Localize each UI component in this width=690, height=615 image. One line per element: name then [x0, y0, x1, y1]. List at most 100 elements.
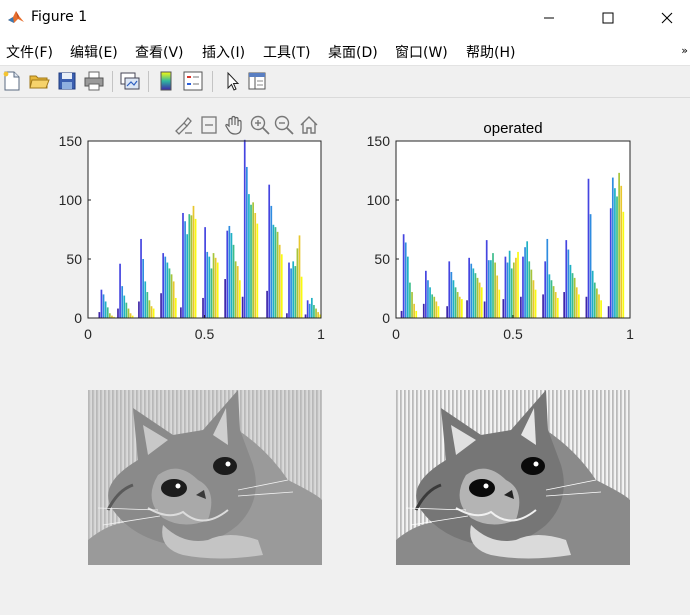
save-icon[interactable]: [56, 70, 78, 92]
histogram-bar: [245, 166, 248, 318]
histogram-bar: [448, 261, 451, 318]
home-icon[interactable]: [298, 114, 320, 136]
maximize-button[interactable]: [585, 0, 631, 35]
histogram-bar: [127, 308, 130, 318]
histogram-bar: [487, 260, 490, 318]
menu-file[interactable]: 文件(F): [6, 42, 53, 62]
cat-photo-operated[interactable]: [396, 390, 630, 565]
double-chevron-right-icon[interactable]: »: [681, 44, 688, 57]
histogram-bar: [266, 290, 268, 318]
matlab-logo-icon: [7, 8, 25, 26]
histogram-bar: [466, 300, 468, 318]
menu-help[interactable]: 帮助(H): [466, 42, 515, 62]
zoom-in-icon[interactable]: [249, 114, 271, 136]
histogram-bar: [256, 223, 259, 318]
histogram-bar: [186, 234, 189, 318]
histogram-bar: [162, 253, 165, 318]
histogram-bar: [607, 306, 610, 318]
histogram-bar: [480, 287, 483, 318]
toolbar-separator: [148, 71, 149, 92]
histogram-bar: [618, 172, 620, 318]
histogram-bar: [188, 214, 191, 318]
histogram-bar: [104, 301, 107, 318]
print-icon[interactable]: [83, 70, 105, 92]
histogram-bar: [98, 312, 101, 318]
histogram-bar: [150, 306, 153, 318]
colorbar-icon[interactable]: [155, 70, 177, 92]
histogram-bar: [589, 214, 592, 318]
histogram-bar: [254, 212, 257, 318]
property-inspector-icon[interactable]: [246, 70, 268, 92]
histogram-bar: [239, 280, 241, 318]
histogram-bar: [270, 205, 273, 318]
histogram-bar: [435, 301, 438, 318]
histogram-bar: [544, 261, 547, 318]
histogram-bar: [510, 268, 513, 318]
y-tick-label: 50: [66, 251, 82, 267]
histogram-bar: [546, 238, 549, 318]
histogram-bar: [241, 296, 244, 318]
histogram-bar: [121, 286, 124, 318]
x-tick-label: 1: [317, 326, 325, 342]
histogram-bar: [202, 297, 204, 318]
histogram-bar: [174, 297, 177, 318]
histogram-bar: [504, 256, 507, 318]
histogram-bar: [108, 313, 111, 318]
histogram-axes-operated[interactable]: operated 0 50 100 150 0 0.5 1: [367, 120, 634, 342]
histogram-bar: [485, 240, 488, 318]
open-file-icon[interactable]: [28, 70, 50, 92]
menu-desktop[interactable]: 桌面(D): [328, 42, 378, 62]
histogram-axes-original[interactable]: 0 50 100 150 0 0.5 1: [59, 133, 325, 342]
histogram-bar: [152, 308, 155, 318]
histogram-bar: [593, 282, 596, 318]
histogram-bar: [534, 289, 537, 318]
zoom-out-icon[interactable]: [273, 114, 295, 136]
pointer-icon[interactable]: [221, 70, 243, 92]
histogram-bar: [194, 218, 197, 318]
histogram-bar: [168, 268, 171, 318]
histogram-bar: [164, 256, 167, 318]
histogram-bar: [452, 280, 455, 318]
x-tick-label: 0.5: [503, 326, 523, 342]
menu-edit[interactable]: 编辑(E): [70, 42, 118, 62]
pan-hand-icon[interactable]: [223, 114, 245, 136]
new-figure-icon[interactable]: [1, 70, 23, 92]
histogram-bar: [616, 196, 618, 318]
histogram-bar: [310, 297, 313, 318]
legend-icon[interactable]: [182, 70, 204, 92]
histogram-bar: [528, 261, 531, 318]
menu-tools[interactable]: 工具(T): [263, 42, 310, 62]
histogram-bar: [517, 251, 519, 318]
menu-insert[interactable]: 插入(I): [202, 42, 245, 62]
histogram-bar: [450, 271, 453, 318]
menu-view[interactable]: 查看(V): [135, 42, 184, 62]
histogram-bar: [598, 294, 600, 318]
histogram-bar: [224, 279, 226, 318]
y-tick-label: 0: [382, 310, 390, 326]
y-tick-label: 0: [74, 310, 82, 326]
cat-photo-original[interactable]: [88, 390, 322, 565]
histogram-bar: [526, 241, 529, 318]
data-tips-icon[interactable]: [198, 114, 220, 136]
histogram-bar: [565, 240, 568, 318]
histogram-bar: [422, 303, 425, 318]
histogram-bar: [292, 261, 295, 318]
brush-icon[interactable]: [172, 114, 194, 136]
menu-window[interactable]: 窗口(W): [395, 42, 448, 62]
histogram-bar: [542, 294, 544, 318]
histogram-bar: [524, 247, 526, 318]
minimize-button[interactable]: [526, 0, 572, 35]
histogram-bar: [585, 296, 588, 318]
histogram-bar: [571, 273, 574, 318]
histogram-bar: [180, 307, 182, 318]
close-button[interactable]: [644, 0, 690, 35]
histogram-bar: [192, 205, 195, 318]
link-axes-icon[interactable]: [119, 70, 141, 92]
histogram-bar: [611, 177, 614, 318]
histogram-bar: [210, 268, 213, 318]
histogram-bar: [148, 300, 151, 318]
y-tick-label: 150: [367, 133, 391, 149]
histogram-bar: [304, 314, 307, 318]
histogram-bar: [243, 139, 246, 318]
close-icon: [661, 12, 673, 23]
